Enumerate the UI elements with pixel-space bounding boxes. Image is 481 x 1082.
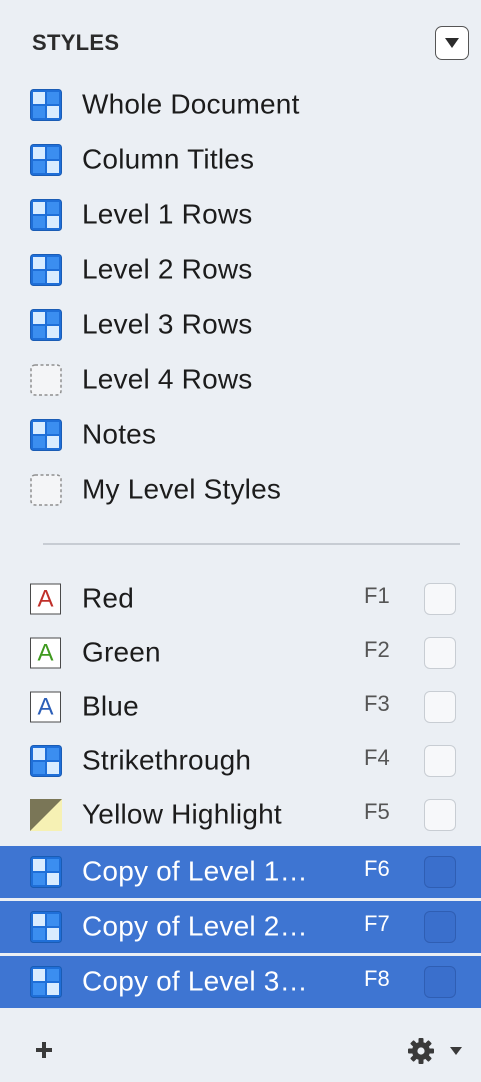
style-label: Green (82, 636, 161, 668)
level-style-row[interactable]: Level 2 Rows (0, 246, 481, 294)
named-style-row[interactable]: Strikethrough F4 (0, 737, 481, 785)
style-icon (30, 911, 62, 943)
named-style-row[interactable]: A Blue F3 (0, 683, 481, 731)
style-checkbox[interactable] (424, 745, 456, 777)
style-label: My Level Styles (82, 473, 282, 505)
add-style-button[interactable] (34, 1040, 54, 1060)
style-label: Level 2 Rows (82, 253, 253, 285)
style-checkbox[interactable] (424, 799, 456, 831)
style-icon-wrap (30, 966, 62, 998)
style-icon-wrap (30, 89, 62, 121)
style-checkbox[interactable] (424, 966, 456, 998)
empty-style-icon-wrap (30, 364, 62, 396)
style-icon (30, 856, 62, 888)
style-checkbox[interactable] (424, 583, 456, 615)
style-label: Column Titles (82, 143, 255, 175)
plus-icon (36, 1042, 52, 1058)
level-style-row[interactable]: Level 1 Rows (0, 191, 481, 239)
shortcut-key: F2 (364, 636, 390, 662)
gear-icon (408, 1038, 462, 1064)
style-label: Whole Document (82, 88, 300, 120)
style-label: Copy of Level 2… (82, 910, 308, 942)
style-label: Yellow Highlight (82, 798, 282, 830)
named-style-row[interactable]: Copy of Level 2… F7 (0, 901, 481, 953)
shortcut-key: F8 (364, 965, 390, 991)
level-style-row[interactable]: Notes (0, 411, 481, 459)
style-label: Copy of Level 1… (82, 855, 308, 887)
styles-panel: STYLES Whole Document Column Titles Level … (0, 0, 481, 1082)
style-icon-wrap (30, 745, 62, 777)
style-checkbox[interactable] (424, 856, 456, 888)
style-checkbox[interactable] (424, 911, 456, 943)
letter-a-icon: A (30, 583, 61, 615)
level-style-row[interactable]: Level 4 Rows (0, 356, 481, 404)
style-label: Notes (82, 418, 157, 450)
shortcut-key: F6 (364, 855, 390, 881)
style-icon-wrap (30, 309, 62, 341)
style-icon-wrap (30, 419, 62, 451)
style-label: Copy of Level 3… (82, 965, 308, 997)
style-icon-wrap (30, 199, 62, 231)
level-style-row[interactable]: Level 3 Rows (0, 301, 481, 349)
style-label: Level 1 Rows (82, 198, 253, 230)
highlight-icon-wrap (30, 799, 62, 831)
triangle-down-icon (445, 38, 459, 48)
highlight-icon (30, 799, 62, 831)
styles-header: STYLES (32, 26, 469, 60)
shortcut-key: F5 (364, 798, 390, 824)
style-icon (30, 199, 62, 231)
named-style-row[interactable]: Copy of Level 1… F6 (0, 846, 481, 898)
style-checkbox[interactable] (424, 691, 456, 723)
named-style-row[interactable]: A Red F1 (0, 575, 481, 623)
style-actions-button[interactable] (408, 1038, 470, 1064)
style-label: Level 3 Rows (82, 308, 253, 340)
section-divider (43, 543, 460, 545)
style-label: Blue (82, 690, 139, 722)
letter-a-icon: A (30, 637, 61, 669)
named-style-row[interactable]: Copy of Level 3… F8 (0, 956, 481, 1008)
style-label: Red (82, 582, 134, 614)
style-icon (30, 144, 62, 176)
level-style-row[interactable]: My Level Styles (0, 466, 481, 514)
style-icon-wrap (30, 856, 62, 888)
shortcut-key: F4 (364, 744, 390, 770)
style-icon-wrap (30, 144, 62, 176)
style-icon-wrap (30, 254, 62, 286)
styles-menu-button[interactable] (435, 26, 469, 60)
empty-style-icon-wrap (30, 474, 62, 506)
style-checkbox[interactable] (424, 637, 456, 669)
empty-style-icon (30, 364, 62, 396)
style-label: Level 4 Rows (82, 363, 253, 395)
style-icon (30, 89, 62, 121)
styles-title: STYLES (32, 30, 120, 55)
shortcut-key: F7 (364, 910, 390, 936)
style-icon (30, 745, 62, 777)
letter-a-icon: A (30, 691, 61, 723)
named-style-row[interactable]: Yellow Highlight F5 (0, 791, 481, 839)
empty-style-icon (30, 474, 62, 506)
shortcut-key: F3 (364, 690, 390, 716)
style-icon (30, 966, 62, 998)
style-icon (30, 419, 62, 451)
style-icon (30, 254, 62, 286)
style-icon (30, 309, 62, 341)
named-style-row[interactable]: A Green F2 (0, 629, 481, 677)
style-label: Strikethrough (82, 744, 252, 776)
style-icon-wrap (30, 911, 62, 943)
level-style-row[interactable]: Whole Document (0, 81, 481, 129)
level-style-row[interactable]: Column Titles (0, 136, 481, 184)
shortcut-key: F1 (364, 582, 390, 608)
